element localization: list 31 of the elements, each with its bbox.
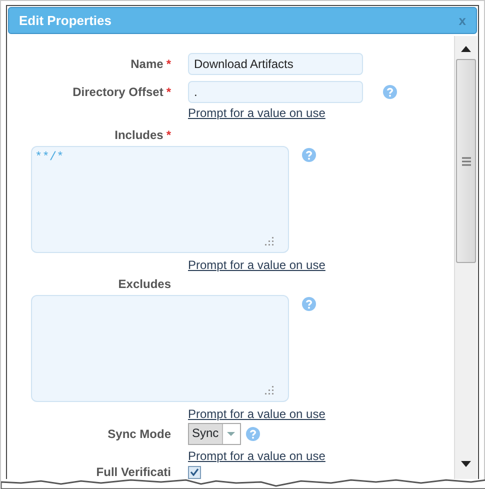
- caret-icon: [227, 432, 236, 436]
- field-label: Excludes: [118, 277, 171, 291]
- field-label: Directory Offset: [72, 85, 164, 99]
- field-label: Includes: [114, 128, 164, 142]
- prompt-link[interactable]: Prompt for a value on use: [188, 449, 326, 463]
- text-field[interactable]: .: [188, 81, 363, 103]
- scrollbar[interactable]: [454, 36, 477, 479]
- prompt-link[interactable]: Prompt for a value on use: [188, 258, 326, 272]
- field-label: Sync Mode: [108, 427, 171, 441]
- help-icon[interactable]: [302, 148, 316, 162]
- field-label: Full Verificati: [96, 465, 171, 479]
- text-field[interactable]: Download Artifacts: [188, 53, 363, 75]
- grip-icon: [462, 156, 470, 166]
- sync-mode-select[interactable]: Sync: [188, 423, 241, 445]
- prompt-link[interactable]: Prompt for a value on use: [188, 407, 326, 421]
- required-mark: *: [166, 57, 171, 71]
- scroll-up-icon[interactable]: [461, 46, 471, 52]
- scrollbar-thumb[interactable]: [456, 59, 476, 263]
- required-mark: *: [166, 128, 171, 142]
- field-label: Name: [130, 57, 164, 71]
- text-area-field[interactable]: [31, 295, 289, 402]
- scroll-down-icon[interactable]: [461, 461, 471, 467]
- resize-grip-icon[interactable]: [265, 386, 274, 395]
- prompt-link[interactable]: Prompt for a value on use: [188, 106, 326, 120]
- help-icon[interactable]: [302, 297, 316, 311]
- help-icon[interactable]: [383, 85, 397, 99]
- resize-grip-icon[interactable]: [265, 237, 274, 246]
- dialog-title: Edit Properties: [19, 14, 112, 28]
- checkbox[interactable]: [188, 466, 201, 478]
- required-mark: *: [166, 85, 171, 99]
- help-icon[interactable]: [246, 427, 260, 441]
